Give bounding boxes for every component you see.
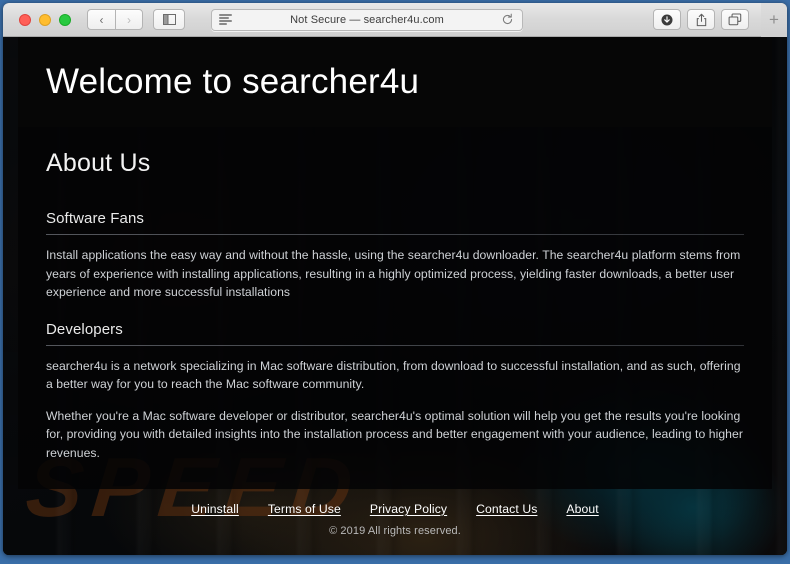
section-paragraph: Whether you're a Mac software developer … — [46, 408, 743, 460]
page-viewport: SPEED Welcome to searcher4u About Us Sof… — [3, 37, 787, 555]
page-footer: Uninstall Terms of Use Privacy Policy Co… — [3, 502, 787, 537]
address-bar[interactable]: Not Secure — searcher4u.com — [211, 8, 523, 31]
copyright-text: © 2019 All rights reserved. — [329, 525, 461, 537]
web-page-content: Welcome to searcher4u About Us Software … — [18, 37, 772, 555]
desktop-background: ‹ › Not Secure — searcher4u.com + Welcom… — [0, 0, 790, 564]
safari-browser-window: ‹ › Not Secure — searcher4u.com + Welcom… — [3, 3, 787, 555]
minimize-window-button[interactable] — [39, 13, 51, 26]
sidebar-toggle-button[interactable] — [153, 9, 185, 30]
reload-icon[interactable] — [501, 13, 514, 26]
section-software-fans: Software Fans Install applications the e… — [46, 210, 744, 302]
toolbar-right-buttons: + — [653, 3, 787, 37]
footer-link-uninstall[interactable]: Uninstall — [191, 502, 239, 516]
section-developers: Developers searcher4u is a network speci… — [46, 321, 744, 463]
section-paragraph: Install applications the easy way and wi… — [46, 248, 741, 299]
window-traffic-lights — [19, 13, 71, 26]
page-title: Welcome to searcher4u — [46, 61, 420, 101]
footer-link-privacy-policy[interactable]: Privacy Policy — [370, 502, 447, 516]
navigation-buttons: ‹ › — [87, 9, 143, 30]
sidebar-icon — [162, 14, 176, 25]
footer-links: Uninstall Terms of Use Privacy Policy Co… — [3, 502, 787, 516]
tab-overview-icon — [728, 13, 742, 26]
about-section: About Us Software Fans Install applicati… — [18, 127, 772, 489]
back-button[interactable]: ‹ — [87, 9, 115, 30]
footer-link-contact-us[interactable]: Contact Us — [476, 502, 537, 516]
section-title: Developers — [46, 320, 123, 338]
downloads-button[interactable] — [653, 9, 681, 30]
forward-button[interactable]: › — [115, 9, 143, 30]
address-bar-text: Not Secure — searcher4u.com — [290, 13, 444, 26]
section-paragraph: searcher4u is a network specializing in … — [46, 358, 741, 392]
hero-banner: Welcome to searcher4u — [18, 37, 772, 127]
browser-toolbar: ‹ › Not Secure — searcher4u.com + — [3, 3, 787, 37]
section-divider — [46, 344, 744, 346]
download-icon — [661, 13, 673, 26]
footer-link-about[interactable]: About — [566, 502, 598, 516]
section-divider — [46, 234, 744, 235]
footer-link-terms-of-use[interactable]: Terms of Use — [268, 502, 341, 516]
share-icon — [696, 13, 706, 26]
new-tab-button[interactable]: + — [761, 3, 787, 37]
about-heading: About Us — [46, 149, 151, 177]
tab-overview-button[interactable] — [721, 9, 749, 30]
share-button[interactable] — [687, 9, 715, 30]
close-window-button[interactable] — [19, 13, 31, 26]
section-title: Software Fans — [46, 210, 145, 227]
zoom-window-button[interactable] — [59, 13, 71, 26]
reader-view-icon[interactable] — [219, 14, 232, 25]
